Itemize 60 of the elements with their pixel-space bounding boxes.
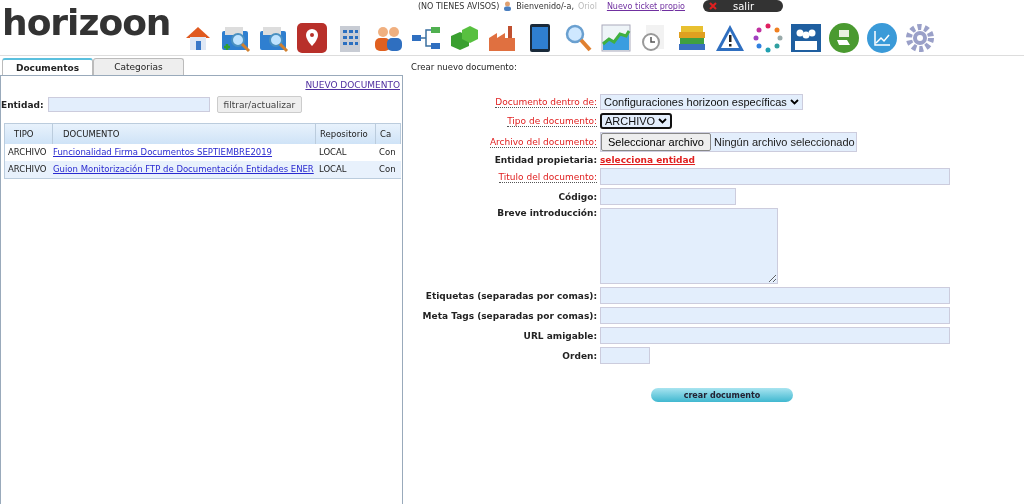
choose-file-button[interactable]: Seleccionar archivo xyxy=(601,133,711,151)
field-label: Orden: xyxy=(562,350,597,361)
input-field[interactable] xyxy=(600,287,950,304)
document-link[interactable]: Funcionalidad Firma Documentos SEPTIEMBRE2019 xyxy=(53,147,273,157)
table-cell: ARCHIVO xyxy=(8,164,47,174)
input-field[interactable] xyxy=(600,188,736,205)
table-row[interactable]: ARCHIVO Guion Monitorización FTP de Documentación Entidades ENER LOCAL Con xyxy=(5,161,401,178)
table-cell: ARCHIVO xyxy=(8,147,47,157)
table-cell: LOCAL xyxy=(319,147,347,157)
field-label: Breve introducción: xyxy=(497,208,597,218)
dots-icon[interactable] xyxy=(752,22,784,54)
field-label: Titulo del documento: xyxy=(498,171,597,183)
column-header[interactable]: TIPO xyxy=(5,124,53,144)
column-header[interactable]: Ca xyxy=(376,124,401,144)
notices-text: (NO TIENES AVISOS) xyxy=(418,1,500,11)
input-field[interactable] xyxy=(600,168,950,185)
select-entity-link[interactable]: selecciona entidad xyxy=(600,155,696,165)
field-label: Etiquetas (separadas por comas): xyxy=(425,290,597,301)
field-label: Documento dentro de: xyxy=(495,97,597,108)
table-cell: Con xyxy=(379,147,396,157)
field-label: Archivo del documento: xyxy=(489,137,597,148)
user-name: Oriol xyxy=(577,1,597,11)
gear-icon[interactable] xyxy=(904,22,936,54)
column-header[interactable]: Repositorio xyxy=(316,124,376,144)
input-field[interactable] xyxy=(600,347,650,364)
column-header[interactable]: DOCUMENTO xyxy=(53,124,316,144)
entity-field[interactable] xyxy=(47,97,210,112)
input-field[interactable] xyxy=(600,327,950,344)
form-title: Crear nuevo documento: xyxy=(411,62,518,72)
team-icon[interactable] xyxy=(790,22,822,54)
welcome-text: Bienvenido/-a, xyxy=(516,1,574,11)
entity-label: Entidad: xyxy=(1,99,44,110)
file-status: Ningún archivo seleccionado xyxy=(713,135,856,150)
new-document-link[interactable]: NUEVO DOCUMENTO xyxy=(305,80,400,90)
field-label: Código: xyxy=(558,191,597,202)
filter-button[interactable]: filtrar/actualizar xyxy=(216,96,303,113)
ticket-link[interactable]: Nuevo ticket propio xyxy=(606,1,685,11)
close-icon xyxy=(709,2,717,10)
pin-icon[interactable] xyxy=(296,22,328,54)
file-field[interactable]: Seleccionar archivo Ningún archivo seleccionado xyxy=(600,132,857,152)
chart-icon[interactable] xyxy=(600,22,632,54)
field-label: Meta Tags (separadas por comas): xyxy=(422,310,597,321)
tab[interactable]: Categorias xyxy=(93,58,184,75)
dropdown[interactable]: ARCHIVO xyxy=(600,113,673,129)
caret-icon xyxy=(658,118,668,124)
field-label: Entidad propietaria: xyxy=(494,155,597,165)
dropdown[interactable]: Configuraciones horizoon específicas xyxy=(600,94,803,110)
logo: horizoon xyxy=(1,1,172,45)
trend-icon[interactable] xyxy=(866,22,898,54)
field-label: URL amigable: xyxy=(523,330,597,341)
caret-icon xyxy=(789,99,799,105)
table-cell: LOCAL xyxy=(319,164,347,174)
input-field[interactable] xyxy=(600,307,950,324)
logout-button[interactable]: salir xyxy=(703,0,783,12)
document-link[interactable]: Guion Monitorización FTP de Documentación Entidades ENER xyxy=(53,164,314,174)
tab[interactable]: Documentos xyxy=(2,58,93,75)
field-label: Tipo de documento: xyxy=(507,116,597,127)
table-cell: Con xyxy=(379,164,396,174)
create-document-button[interactable]: crear documento xyxy=(651,388,793,402)
user-icon xyxy=(503,1,513,11)
